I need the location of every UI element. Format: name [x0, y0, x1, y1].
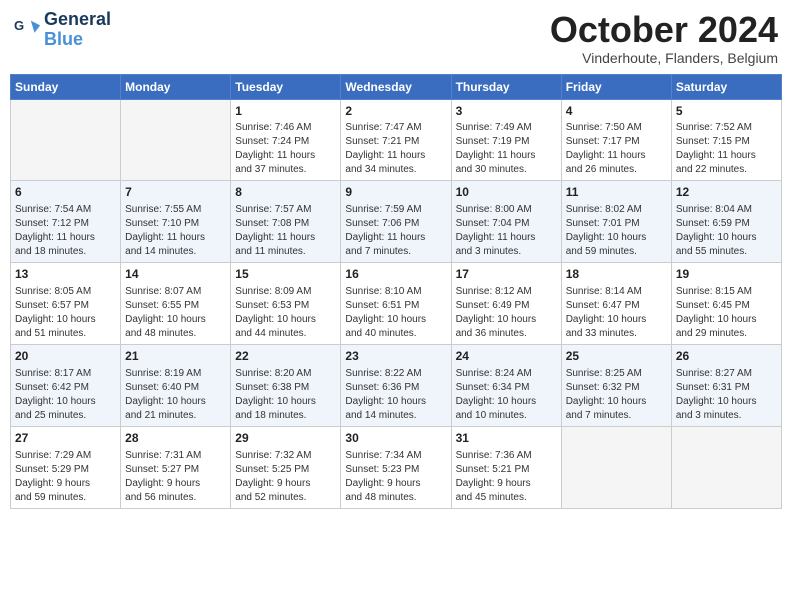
day-number: 21 [125, 348, 226, 365]
calendar-week-row: 20Sunrise: 8:17 AMSunset: 6:42 PMDayligh… [11, 344, 782, 426]
day-number: 6 [15, 184, 116, 201]
calendar-cell: 17Sunrise: 8:12 AMSunset: 6:49 PMDayligh… [451, 263, 561, 345]
day-number: 26 [676, 348, 777, 365]
calendar-header-row: SundayMondayTuesdayWednesdayThursdayFrid… [11, 74, 782, 99]
calendar-cell: 13Sunrise: 8:05 AMSunset: 6:57 PMDayligh… [11, 263, 121, 345]
day-header-wednesday: Wednesday [341, 74, 451, 99]
page-header: G General Blue October 2024 Vinderhoute,… [10, 10, 782, 66]
calendar-cell: 4Sunrise: 7:50 AMSunset: 7:17 PMDaylight… [561, 99, 671, 181]
calendar-cell [11, 99, 121, 181]
day-number: 17 [456, 266, 557, 283]
day-number: 7 [125, 184, 226, 201]
logo: G General Blue [14, 10, 111, 50]
day-number: 25 [566, 348, 667, 365]
calendar-cell: 7Sunrise: 7:55 AMSunset: 7:10 PMDaylight… [121, 181, 231, 263]
day-number: 13 [15, 266, 116, 283]
calendar-cell: 20Sunrise: 8:17 AMSunset: 6:42 PMDayligh… [11, 344, 121, 426]
day-number: 22 [235, 348, 336, 365]
calendar-cell [121, 99, 231, 181]
day-number: 2 [345, 103, 446, 120]
day-number: 14 [125, 266, 226, 283]
day-number: 10 [456, 184, 557, 201]
month-title: October 2024 [550, 10, 778, 50]
day-number: 8 [235, 184, 336, 201]
location-subtitle: Vinderhoute, Flanders, Belgium [550, 50, 778, 66]
calendar-cell: 15Sunrise: 8:09 AMSunset: 6:53 PMDayligh… [231, 263, 341, 345]
calendar-cell: 2Sunrise: 7:47 AMSunset: 7:21 PMDaylight… [341, 99, 451, 181]
calendar-cell: 21Sunrise: 8:19 AMSunset: 6:40 PMDayligh… [121, 344, 231, 426]
calendar-cell [671, 426, 781, 508]
day-number: 18 [566, 266, 667, 283]
day-header-monday: Monday [121, 74, 231, 99]
calendar-week-row: 13Sunrise: 8:05 AMSunset: 6:57 PMDayligh… [11, 263, 782, 345]
logo-text: General Blue [44, 10, 111, 50]
day-number: 31 [456, 430, 557, 447]
calendar-table: SundayMondayTuesdayWednesdayThursdayFrid… [10, 74, 782, 509]
calendar-cell: 18Sunrise: 8:14 AMSunset: 6:47 PMDayligh… [561, 263, 671, 345]
day-header-tuesday: Tuesday [231, 74, 341, 99]
calendar-cell: 24Sunrise: 8:24 AMSunset: 6:34 PMDayligh… [451, 344, 561, 426]
day-number: 15 [235, 266, 336, 283]
day-number: 1 [235, 103, 336, 120]
calendar-cell: 27Sunrise: 7:29 AMSunset: 5:29 PMDayligh… [11, 426, 121, 508]
calendar-cell: 23Sunrise: 8:22 AMSunset: 6:36 PMDayligh… [341, 344, 451, 426]
logo-icon: G [14, 16, 42, 44]
calendar-cell: 16Sunrise: 8:10 AMSunset: 6:51 PMDayligh… [341, 263, 451, 345]
calendar-cell: 5Sunrise: 7:52 AMSunset: 7:15 PMDaylight… [671, 99, 781, 181]
calendar-week-row: 27Sunrise: 7:29 AMSunset: 5:29 PMDayligh… [11, 426, 782, 508]
calendar-cell: 19Sunrise: 8:15 AMSunset: 6:45 PMDayligh… [671, 263, 781, 345]
calendar-cell: 25Sunrise: 8:25 AMSunset: 6:32 PMDayligh… [561, 344, 671, 426]
calendar-cell: 29Sunrise: 7:32 AMSunset: 5:25 PMDayligh… [231, 426, 341, 508]
day-number: 19 [676, 266, 777, 283]
day-number: 5 [676, 103, 777, 120]
calendar-cell: 6Sunrise: 7:54 AMSunset: 7:12 PMDaylight… [11, 181, 121, 263]
day-header-thursday: Thursday [451, 74, 561, 99]
calendar-cell: 11Sunrise: 8:02 AMSunset: 7:01 PMDayligh… [561, 181, 671, 263]
day-number: 23 [345, 348, 446, 365]
day-number: 24 [456, 348, 557, 365]
calendar-cell: 9Sunrise: 7:59 AMSunset: 7:06 PMDaylight… [341, 181, 451, 263]
calendar-cell: 10Sunrise: 8:00 AMSunset: 7:04 PMDayligh… [451, 181, 561, 263]
svg-text:G: G [14, 18, 24, 33]
day-number: 9 [345, 184, 446, 201]
day-number: 3 [456, 103, 557, 120]
title-block: October 2024 Vinderhoute, Flanders, Belg… [550, 10, 778, 66]
calendar-cell: 1Sunrise: 7:46 AMSunset: 7:24 PMDaylight… [231, 99, 341, 181]
day-number: 16 [345, 266, 446, 283]
calendar-cell: 22Sunrise: 8:20 AMSunset: 6:38 PMDayligh… [231, 344, 341, 426]
calendar-cell: 31Sunrise: 7:36 AMSunset: 5:21 PMDayligh… [451, 426, 561, 508]
day-number: 30 [345, 430, 446, 447]
calendar-cell: 28Sunrise: 7:31 AMSunset: 5:27 PMDayligh… [121, 426, 231, 508]
day-number: 27 [15, 430, 116, 447]
calendar-cell: 30Sunrise: 7:34 AMSunset: 5:23 PMDayligh… [341, 426, 451, 508]
calendar-cell: 3Sunrise: 7:49 AMSunset: 7:19 PMDaylight… [451, 99, 561, 181]
day-header-friday: Friday [561, 74, 671, 99]
day-header-sunday: Sunday [11, 74, 121, 99]
calendar-cell: 14Sunrise: 8:07 AMSunset: 6:55 PMDayligh… [121, 263, 231, 345]
day-header-saturday: Saturday [671, 74, 781, 99]
day-number: 20 [15, 348, 116, 365]
day-number: 4 [566, 103, 667, 120]
day-number: 11 [566, 184, 667, 201]
calendar-cell: 26Sunrise: 8:27 AMSunset: 6:31 PMDayligh… [671, 344, 781, 426]
day-number: 28 [125, 430, 226, 447]
calendar-cell: 8Sunrise: 7:57 AMSunset: 7:08 PMDaylight… [231, 181, 341, 263]
calendar-cell [561, 426, 671, 508]
calendar-cell: 12Sunrise: 8:04 AMSunset: 6:59 PMDayligh… [671, 181, 781, 263]
day-number: 12 [676, 184, 777, 201]
calendar-week-row: 6Sunrise: 7:54 AMSunset: 7:12 PMDaylight… [11, 181, 782, 263]
day-number: 29 [235, 430, 336, 447]
calendar-week-row: 1Sunrise: 7:46 AMSunset: 7:24 PMDaylight… [11, 99, 782, 181]
